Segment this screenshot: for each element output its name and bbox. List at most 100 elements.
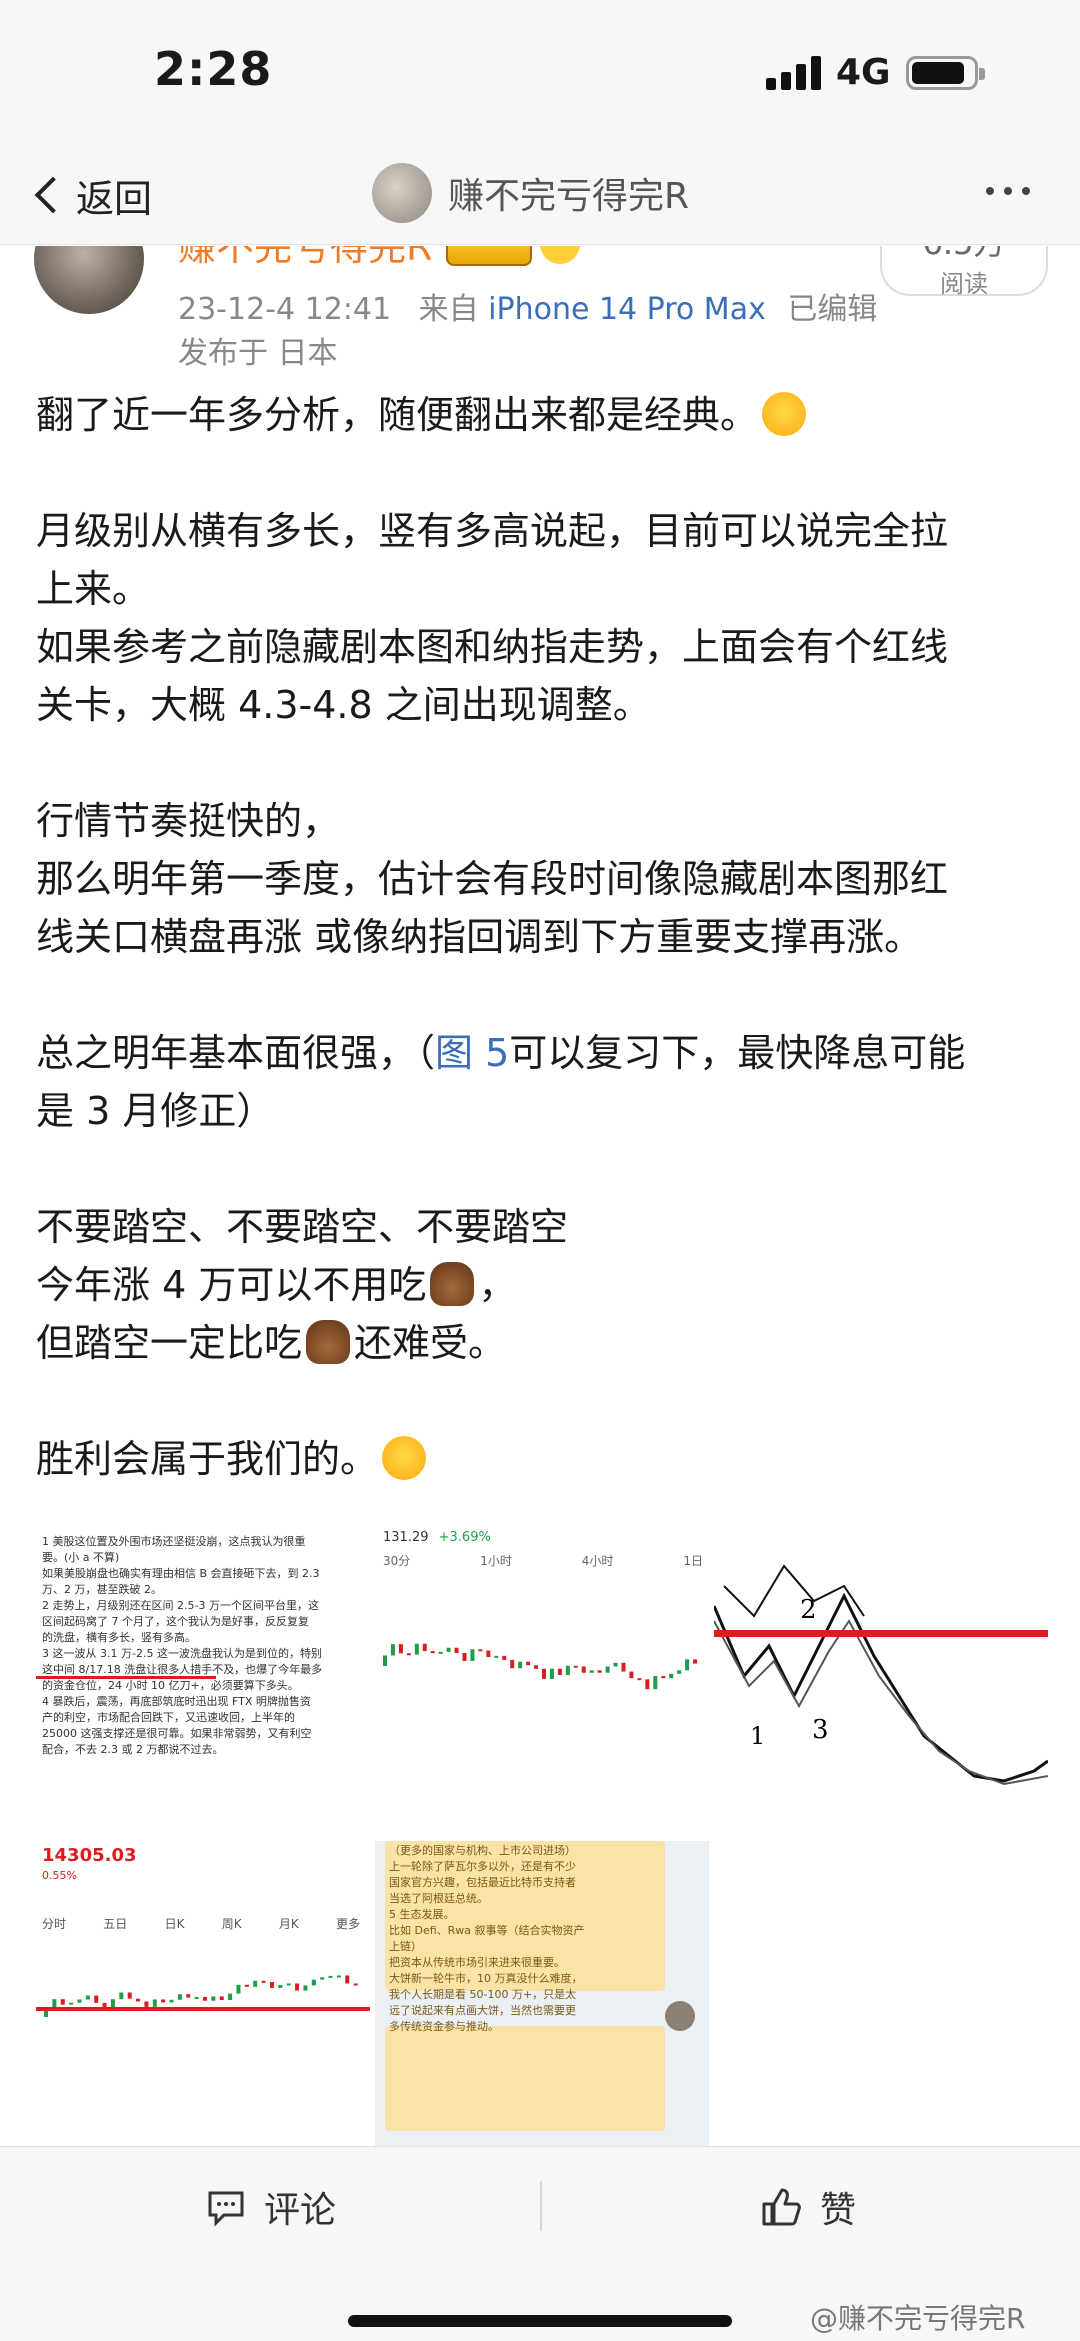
candle — [430, 1651, 435, 1654]
text-line: 上链） — [389, 1940, 422, 1953]
text-line: 国家官方兴趣，包括最近比特币支持者 — [389, 1876, 576, 1889]
image-thumbnail-chat[interactable]: （更多的国家与机构、上市公司进场） 上一轮除了萨瓦尔多以外，还是有不少 国家官方兴趣… — [375, 1841, 709, 2146]
index-price: 14305.03 — [42, 1845, 137, 1866]
index-chart-svg — [36, 1975, 370, 2017]
edited-label: 已编辑 — [787, 292, 878, 327]
post-location: 发布于 日本 — [178, 336, 338, 366]
avatar[interactable] — [34, 246, 144, 314]
battery-icon — [906, 56, 985, 90]
candle — [454, 1647, 459, 1654]
image-grid: 1 美股这位置及外围市场还坚挺没崩，这点我认为很重 要。(小 a 不算) 如果美股崩… — [36, 1526, 1048, 2146]
notes-text: 1 美股这位置及外围市场还坚挺没崩，这点我认为很重 要。(小 a 不算) 如果美股崩… — [42, 1534, 364, 1758]
candle — [119, 1992, 124, 2000]
candle — [383, 1655, 387, 1666]
text-line: 远了说起来有点画大饼，当然也需要更 — [389, 2004, 576, 2017]
image-thumbnail-blank[interactable] — [714, 1841, 1048, 2146]
text-span: 今年涨 4 万可以不用吃 — [36, 1263, 427, 1307]
poop-emoji-icon — [306, 1320, 351, 1364]
sweat-smile-emoji-icon — [762, 392, 807, 436]
candle — [565, 1665, 570, 1675]
text-line: 5 生态发展。 — [389, 1908, 455, 1921]
text-span: 可以复习下，最快降息可能 — [509, 1031, 966, 1075]
timeframe-tab: 周K — [221, 1917, 242, 1931]
image-thumbnail-candle-chart[interactable]: 131.29 +3.69% 30分 1小时 4小时 1日 — [375, 1526, 709, 1836]
nav-title-group[interactable]: 赚不完亏得完R — [372, 163, 689, 223]
comment-button[interactable]: 评论 — [206, 2177, 336, 2237]
text-line: 上来。 — [36, 567, 151, 611]
back-label: 返回 — [76, 176, 153, 221]
wave-label: 3 — [812, 1715, 829, 1745]
chat-avatar — [665, 2001, 695, 2031]
candle — [219, 1996, 224, 2001]
candle — [136, 1998, 141, 2002]
candle — [557, 1668, 562, 1675]
more-options-icon[interactable] — [986, 187, 1030, 195]
candle — [161, 1999, 166, 2003]
chat-text: （更多的国家与机构、上市公司进场） 上一轮除了萨瓦尔多以外，还是有不少 国家官方兴趣… — [389, 1843, 661, 2035]
text-line: 是 3 月修正） — [36, 1089, 275, 1133]
text-span: 还难受。 — [354, 1321, 507, 1365]
candle — [228, 1993, 233, 2001]
paragraph-5b: 今年涨 4 万可以不用吃 ， — [36, 1256, 1046, 1314]
image-thumbnail-wave-sketch[interactable]: 2 1 3 — [714, 1526, 1048, 1836]
candle — [94, 1995, 99, 2003]
image-thumbnail-notes[interactable]: 1 美股这位置及外围市场还坚挺没崩，这点我认为很重 要。(小 a 不算) 如果美股崩… — [36, 1526, 370, 1836]
poop-emoji-icon — [430, 1262, 475, 1306]
candle — [85, 1995, 90, 2000]
candle — [470, 1649, 475, 1661]
candle — [669, 1673, 674, 1679]
candle — [353, 1983, 358, 1986]
from-label: 来自 — [418, 292, 479, 327]
candle — [645, 1679, 650, 1690]
text-line: 3 这一波从 3.1 万-2.5 这一波洗盘我认为是到位的，特别 — [42, 1647, 322, 1660]
candle — [542, 1668, 546, 1679]
candle — [685, 1659, 690, 1671]
device-link[interactable]: iPhone 14 Pro Max — [488, 292, 766, 327]
wave-sketch-svg: 2 1 3 — [714, 1564, 1048, 1786]
like-button[interactable]: 赞 — [760, 2177, 856, 2237]
candle — [278, 1984, 283, 1988]
candle — [398, 1644, 403, 1654]
text-line: 多传统资金参与推动。 — [389, 2020, 499, 2033]
text-line: 如果参考之前隐藏剧本图和纳指走势，上面会有个红线 — [36, 625, 949, 669]
candle-chart-svg — [383, 1643, 698, 1690]
candle — [236, 1984, 241, 1994]
candle — [295, 1983, 300, 1991]
text-line: 我个人长期是看 50-100 万+，只是太 — [389, 1988, 577, 2001]
candle — [486, 1650, 491, 1657]
candle — [653, 1676, 658, 1690]
text-span: 但踏空一定比吃 — [36, 1321, 303, 1365]
text-line: 线关口横盘再涨 或像纳指回调到下方重要支撑再涨。 — [36, 915, 923, 959]
candle — [261, 1980, 266, 1983]
text-line: 月级别从横有多长，竖有多高说起，目前可以说完全拉 — [36, 509, 949, 553]
candle — [605, 1666, 610, 1673]
candle — [510, 1659, 515, 1669]
text-line: 1 美股这位置及外围市场还坚挺没崩，这点我认为很重 — [42, 1535, 306, 1548]
candle — [177, 1994, 182, 2000]
candle — [693, 1659, 698, 1664]
red-underline — [36, 1676, 216, 1679]
candle — [336, 1975, 341, 1978]
image-thumbnail-index-chart[interactable]: 14305.03 0.55% 分时 五日 日K 周K 月K 更多 — [36, 1841, 370, 2146]
read-count-box: 6.5万 阅读 — [880, 246, 1048, 298]
candle — [269, 1982, 274, 1988]
candle — [311, 1979, 316, 1986]
candle — [494, 1655, 499, 1658]
author-name[interactable]: 赚不完亏得完R — [178, 246, 432, 271]
paragraph-1: 翻了近一年多分析，随便翻出来都是经典。 — [36, 386, 1046, 444]
bottom-action-bar: 评论 赞 @赚不完亏得完R — [0, 2146, 1080, 2341]
comment-icon — [208, 2191, 244, 2227]
candle — [60, 1999, 65, 2005]
candle — [77, 1999, 82, 2003]
candle — [589, 1670, 594, 1673]
wave-label: 2 — [800, 1595, 817, 1625]
network-type: 4G — [836, 52, 891, 93]
cellular-signal-icon — [766, 56, 822, 90]
candle — [661, 1676, 666, 1679]
text-line: 当选了阿根廷总统。 — [389, 1892, 488, 1905]
back-button[interactable]: 返回 — [30, 167, 152, 223]
image-5-link[interactable]: 图 5 — [435, 1031, 509, 1075]
candle — [462, 1653, 467, 1661]
index-change: 0.55% — [42, 1869, 77, 1882]
candle — [502, 1655, 507, 1660]
